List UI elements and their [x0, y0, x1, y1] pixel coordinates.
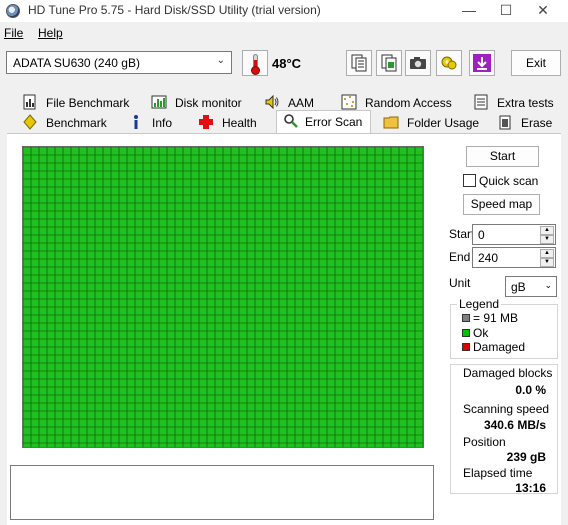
start-label: Start	[449, 227, 475, 241]
title-bar: HD Tune Pro 5.75 - Hard Disk/SSD Utility…	[0, 0, 568, 22]
camera-icon	[410, 57, 426, 69]
maximize-button[interactable]: ☐	[489, 0, 523, 22]
file-benchmark-icon	[23, 94, 36, 110]
quick-scan-box[interactable]	[463, 174, 476, 187]
block-map	[22, 146, 424, 448]
tab-error-scan[interactable]: Error Scan	[276, 110, 371, 134]
drive-select[interactable]: ADATA SU630 (240 gB) ⌄	[6, 51, 232, 74]
damaged-blocks-value: 0.0 %	[515, 383, 546, 397]
scanning-speed-value: 340.6 MB/s	[483, 418, 546, 432]
damaged-blocks-label: Damaged blocks	[463, 366, 553, 380]
menu-help[interactable]: Help	[38, 26, 63, 40]
tab-folder-usage[interactable]: Folder Usage	[383, 113, 483, 133]
minimize-button[interactable]: —	[452, 0, 486, 22]
tab-erase[interactable]: Erase	[497, 113, 563, 133]
chevron-down-icon: ⌄	[216, 55, 225, 66]
save-icon	[473, 54, 491, 72]
tab-benchmark[interactable]: Benchmark	[22, 113, 112, 133]
unit-select[interactable]: gB ⌄	[505, 276, 557, 297]
extra-tests-icon	[474, 94, 488, 110]
temperature-button[interactable]	[242, 50, 268, 76]
save-button[interactable]	[469, 50, 495, 76]
tab-disk-monitor[interactable]: Disk monitor	[151, 93, 251, 113]
unit-label: Unit	[449, 276, 471, 290]
options-button[interactable]	[436, 50, 462, 76]
copy-screenshot-icon	[381, 54, 397, 72]
position-value: 239 gB	[506, 450, 546, 464]
end-label: End	[449, 250, 471, 264]
log-area[interactable]	[10, 465, 434, 520]
benchmark-icon	[23, 114, 37, 130]
start-field[interactable]: 0 ▲ ▼	[472, 224, 556, 245]
copy-screenshot-button[interactable]	[376, 50, 402, 76]
menu-file[interactable]: File	[4, 26, 23, 40]
end-up-arrow-icon[interactable]: ▲	[540, 249, 554, 258]
end-down-arrow-icon[interactable]: ▼	[540, 258, 554, 267]
drive-select-value: ADATA SU630 (240 gB)	[13, 56, 140, 70]
speed-map-button[interactable]: Speed map	[463, 194, 540, 215]
copy-text-icon	[351, 54, 367, 72]
camera-button[interactable]	[405, 50, 431, 76]
tab-file-benchmark[interactable]: File Benchmark	[22, 93, 132, 113]
start-up-arrow-icon[interactable]: ▲	[540, 226, 554, 235]
elapsed-time-value: 13:16	[515, 481, 546, 495]
tab-extra-tests[interactable]: Extra tests	[473, 93, 563, 113]
info-icon	[134, 115, 138, 129]
tab-info[interactable]: Info	[128, 113, 188, 133]
legend-swatch-grey	[462, 314, 470, 322]
elapsed-time-label: Elapsed time	[463, 466, 533, 480]
legend-title: Legend	[457, 297, 502, 311]
position-label: Position	[463, 435, 506, 449]
exit-button[interactable]: Exit	[511, 50, 561, 76]
close-button[interactable]: ✕	[526, 0, 560, 22]
app-icon	[6, 4, 20, 18]
options-icon	[441, 56, 457, 70]
temperature-value: 48°C	[272, 56, 302, 71]
random-access-icon	[341, 94, 357, 110]
menu-bar: File Help	[0, 23, 568, 43]
start-down-arrow-icon[interactable]: ▼	[540, 235, 554, 244]
legend-swatch-red	[462, 343, 470, 351]
erase-icon	[499, 115, 511, 130]
disk-monitor-icon	[151, 95, 167, 109]
health-cross-icon	[199, 115, 213, 129]
end-field[interactable]: 240 ▲ ▼	[472, 247, 556, 268]
start-scan-button[interactable]: Start	[466, 146, 539, 167]
window-title: HD Tune Pro 5.75 - Hard Disk/SSD Utility…	[28, 3, 321, 17]
legend-swatch-green	[462, 329, 470, 337]
speaker-icon	[265, 94, 279, 110]
chevron-down-icon: ⌄	[544, 280, 552, 290]
tab-health[interactable]: Health	[198, 113, 268, 133]
scanning-speed-label: Scanning speed	[463, 402, 550, 416]
folder-icon	[383, 116, 399, 129]
magnifier-icon	[284, 114, 298, 128]
block-map-grid	[22, 146, 424, 447]
quick-scan-label: Quick scan	[479, 174, 539, 188]
copy-text-button[interactable]	[346, 50, 372, 76]
